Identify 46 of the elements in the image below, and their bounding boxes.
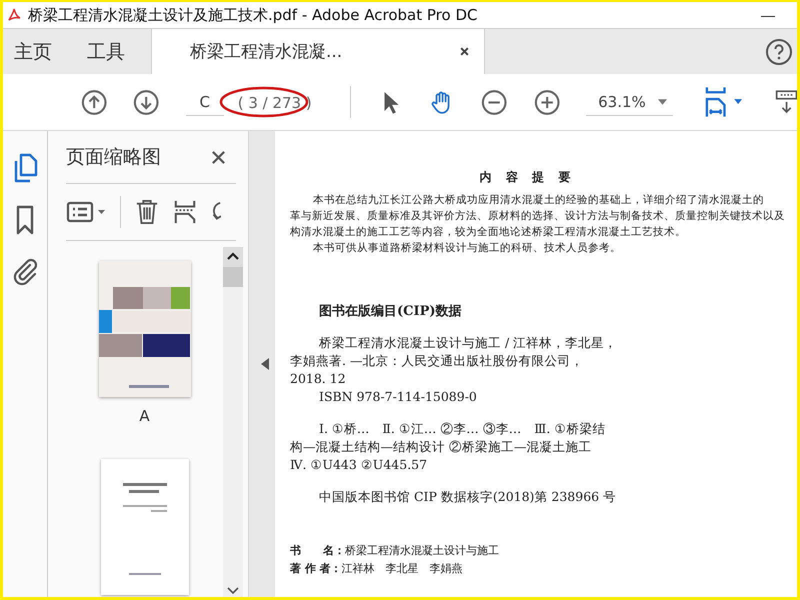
help-icon[interactable] — [765, 38, 793, 66]
caret-icon — [658, 98, 666, 104]
thumbnail-label: A — [139, 407, 150, 425]
close-icon[interactable] — [211, 150, 226, 164]
thumbnail-options-icon[interactable] — [66, 200, 106, 224]
text-line: ISBN 978-7-114-15089-0 — [318, 388, 478, 406]
abstract-heading: 内 容 提 要 — [478, 169, 572, 186]
scroll-up-icon[interactable] — [223, 247, 243, 267]
field-label: 书 名： — [290, 544, 345, 557]
text-line: Ⅳ. ①U443 ②U445.57 — [290, 456, 428, 474]
acrobat-logo-icon — [6, 7, 22, 23]
trash-icon[interactable] — [135, 198, 159, 226]
text-line: 革与新近发展、质量标准及其评价方法、原材料的选择、设计方法与制备技术、质量控制关键技术以及 — [290, 209, 786, 224]
zoom-out-icon[interactable] — [481, 88, 508, 116]
text-line: 中国版本图书馆 CIP 数据核字(2018)第 238966 号 — [318, 488, 618, 506]
tab[interactable]: 桥梁工程清水混凝... — [151, 29, 485, 74]
text-line: 桥梁工程清水混凝土设计与施工 / 江祥林，李北星， — [318, 334, 618, 352]
field-value: 桥梁工程清水混凝土设计与施工 — [345, 544, 499, 557]
tab[interactable]: 主页 — [3, 29, 63, 74]
field-label: 著 作 者： — [290, 562, 342, 575]
text-line: 本书可供从事道路桥梁材料设计与施工的科研、技术人员参考。 — [312, 241, 622, 256]
tab[interactable]: 工具 — [63, 29, 151, 74]
zoom-dropdown[interactable]: 63.1% — [586, 88, 672, 116]
window-title: 桥梁工程清水混凝土设计及施工技术.pdf - Adobe Acrobat Pro DC — [28, 6, 478, 24]
text-line: 构清水混凝土的施工工艺等内容，较为全面地论述桥梁工程清水混凝土工艺技术。 — [290, 225, 687, 240]
paperclip-icon[interactable] — [12, 257, 38, 287]
scroll-mode-icon[interactable] — [775, 89, 797, 115]
cip-heading: 图书在版编目(CIP)数据 — [319, 302, 463, 320]
field-value: 江祥林 李北星 李娟燕 — [342, 562, 463, 575]
scrollbar-thumb[interactable] — [223, 267, 243, 287]
extract-page-icon[interactable] — [173, 198, 197, 226]
text-line: 李娟燕著. —北京：人民交通出版社股份有限公司， — [290, 352, 584, 370]
minimize-button[interactable]: — — [753, 7, 783, 23]
text-line: 2018. 12 — [290, 370, 347, 388]
page-thumbnail[interactable] — [100, 459, 188, 595]
text-line: Ⅰ. ①桥… Ⅱ. ①江… ②李… ③李… Ⅲ. ①桥梁结 — [318, 420, 606, 438]
page-count: ( 3 / 273 ) — [236, 94, 313, 112]
panel-title: 页面缩略图 — [66, 145, 161, 170]
text-line: 构—混凝土结构—结构设计 ②桥梁施工—混凝土施工 — [290, 438, 592, 456]
text-line: 本书在总结九江长江公路大桥成功应用清水混凝土的经验的基础上，详细介绍了清水混凝土的 — [312, 193, 765, 208]
zoom-in-icon[interactable] — [534, 88, 560, 116]
pages-icon[interactable] — [12, 153, 38, 183]
next-page-icon[interactable] — [133, 88, 160, 116]
collapse-panel-icon[interactable] — [261, 358, 269, 370]
close-icon[interactable] — [459, 46, 470, 57]
previous-page-icon[interactable] — [81, 88, 108, 116]
